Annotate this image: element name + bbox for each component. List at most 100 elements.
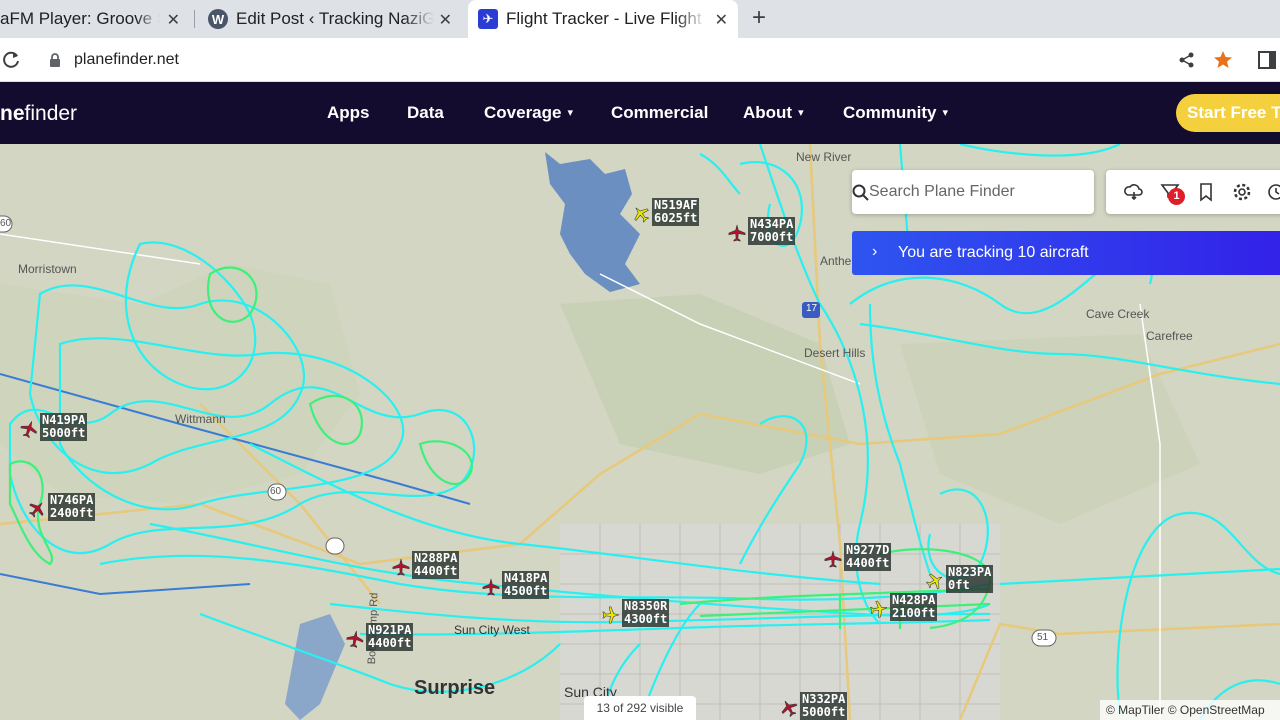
place-surprise: Surprise	[414, 677, 496, 699]
aircraft-altitude: 0ft	[948, 578, 970, 592]
aircraft-altitude: 2100ft	[892, 606, 936, 620]
nav-label: Data	[407, 103, 444, 122]
new-tab-button[interactable]: +	[752, 6, 766, 30]
search-input[interactable]: Search Plane Finder	[852, 170, 1094, 214]
aircraft-altitude: 7000ft	[750, 230, 794, 244]
aircraft-altitude: 4400ft	[414, 564, 458, 578]
visible-count: 13 of 292 visible	[584, 696, 696, 720]
aircraft-icon[interactable]	[392, 558, 410, 576]
chevron-right-icon: ›	[872, 243, 878, 260]
aircraft-label[interactable]: N434PA 7000ft	[748, 217, 796, 245]
aircraft-label[interactable]: N288PA 4400ft	[412, 551, 460, 579]
aircraft-altitude: 4500ft	[504, 584, 548, 598]
aircraft-icon[interactable]	[602, 606, 620, 624]
site-header: nefinder Apps Data Coverage ▾ Commercial …	[0, 82, 1280, 144]
chevron-down-icon: ▾	[798, 107, 804, 119]
planefinder-icon: ✈	[478, 9, 498, 29]
aircraft-altitude: 4400ft	[846, 556, 890, 570]
tab-separator	[194, 10, 195, 28]
tab-groove-salad[interactable]: aFM Player: Groove Salad ✕	[0, 0, 190, 38]
history-icon[interactable]	[1266, 182, 1280, 202]
highway-label: 60	[0, 218, 12, 229]
highway-label: 51	[1037, 632, 1049, 643]
place-sun-city-west: Sun City West	[454, 623, 530, 637]
place-cave-creek: Cave Creek	[1086, 307, 1150, 321]
aircraft-altitude: 6025ft	[654, 211, 698, 225]
tab-edit-post[interactable]: W Edit Post ‹ Tracking NaziGuy ✕	[200, 0, 462, 38]
place-desert-hills: Desert Hills	[804, 346, 866, 360]
aircraft-icon[interactable]	[824, 550, 842, 568]
reload-icon[interactable]	[2, 50, 22, 70]
nav-apps[interactable]: Apps	[327, 103, 370, 123]
side-panel-icon[interactable]	[1258, 51, 1276, 69]
omnibox[interactable]	[40, 43, 1165, 77]
aircraft-label[interactable]: N419PA 5000ft	[40, 413, 88, 441]
nav-data[interactable]: Data	[407, 103, 444, 123]
highway-label: 17	[806, 303, 818, 314]
site-logo[interactable]: nefinder	[0, 102, 77, 126]
aircraft-label[interactable]: N428PA 2100ft	[890, 593, 938, 621]
logo-prefix: ne	[0, 102, 25, 125]
browser-tab-strip: aFM Player: Groove Salad ✕ W Edit Post ‹…	[0, 0, 1280, 38]
place-new-river: New River	[796, 150, 852, 164]
settings-gear-icon[interactable]	[1232, 182, 1252, 202]
lock-icon[interactable]	[48, 52, 62, 68]
url-text[interactable]: planefinder.net	[74, 51, 179, 69]
aircraft-label[interactable]: N746PA 2400ft	[48, 493, 96, 521]
tab-title: aFM Player: Groove Salad	[0, 9, 160, 28]
tracking-banner[interactable]: › You are tracking 10 aircraft	[852, 231, 1280, 275]
chevron-down-icon: ▾	[942, 107, 949, 119]
bookmark-star-icon[interactable]	[1213, 50, 1233, 70]
aircraft-altitude: 5000ft	[802, 705, 846, 719]
tracking-text: You are tracking 10 aircraft	[898, 244, 1089, 261]
aircraft-icon[interactable]	[869, 599, 890, 620]
map-attribution[interactable]: © MapTiler © OpenStreetMap	[1100, 700, 1280, 720]
aircraft-label[interactable]: N921PA 4400ft	[366, 623, 414, 651]
river	[285, 614, 345, 720]
aircraft-altitude: 4300ft	[624, 612, 668, 626]
aircraft-icon[interactable]	[728, 224, 746, 242]
place-morristown: Morristown	[18, 262, 77, 276]
aircraft-label[interactable]: N332PA 5000ft	[800, 692, 848, 720]
flight-path	[0, 573, 251, 596]
close-icon[interactable]: ✕	[715, 10, 728, 30]
filter-count-badge: 1	[1168, 188, 1185, 205]
place-carefree: Carefree	[1146, 329, 1193, 343]
nav-label: About	[743, 103, 793, 122]
bookmark-icon[interactable]	[1196, 182, 1216, 202]
aircraft-altitude: 4400ft	[368, 636, 412, 650]
flight-map[interactable]: 60 17 60 51 New River Morristown Anthem …	[0, 144, 1280, 720]
close-icon[interactable]: ✕	[167, 10, 180, 30]
nav-coverage[interactable]: Coverage ▾	[484, 103, 573, 123]
tab-flight-tracker[interactable]: ✈ Flight Tracker - Live Flight Tracking …	[468, 0, 738, 38]
share-icon[interactable]	[1178, 51, 1196, 69]
aircraft-altitude: 5000ft	[42, 426, 86, 440]
lake-pleasant	[545, 152, 640, 292]
aircraft-label[interactable]: N519AF 6025ft	[652, 198, 700, 226]
nav-label: Coverage	[484, 103, 562, 122]
nav-commercial[interactable]: Commercial	[611, 103, 708, 123]
nav-label: Commercial	[611, 103, 709, 122]
aircraft-altitude: 2400ft	[50, 506, 94, 520]
aircraft-icon[interactable]	[482, 578, 500, 596]
wordpress-icon: W	[208, 9, 228, 29]
search-icon[interactable]	[852, 184, 869, 201]
place-wittmann: Wittmann	[175, 412, 226, 426]
close-icon[interactable]: ✕	[439, 10, 452, 30]
nav-label: Community	[843, 103, 937, 122]
highway-label: 60	[270, 486, 282, 497]
nav-community[interactable]: Community ▾	[843, 103, 948, 123]
aircraft-icon[interactable]	[345, 629, 366, 650]
logo-suffix: finder	[24, 102, 78, 125]
nav-label: Apps	[327, 103, 370, 122]
tab-title: Flight Tracker - Live Flight Tracking	[506, 9, 706, 28]
terrain-patch	[900, 334, 1200, 524]
search-placeholder: Search Plane Finder	[869, 183, 1015, 200]
start-free-trial-button[interactable]: Start Free Trial	[1176, 94, 1280, 132]
aircraft-label[interactable]: N8350R 4300ft	[622, 599, 670, 627]
aircraft-label[interactable]: N418PA 4500ft	[502, 571, 550, 599]
aircraft-label[interactable]: N823PA 0ft	[946, 565, 994, 593]
weather-icon[interactable]	[1124, 182, 1144, 202]
nav-about[interactable]: About ▾	[743, 103, 804, 123]
aircraft-label[interactable]: N9277D 4400ft	[844, 543, 892, 571]
